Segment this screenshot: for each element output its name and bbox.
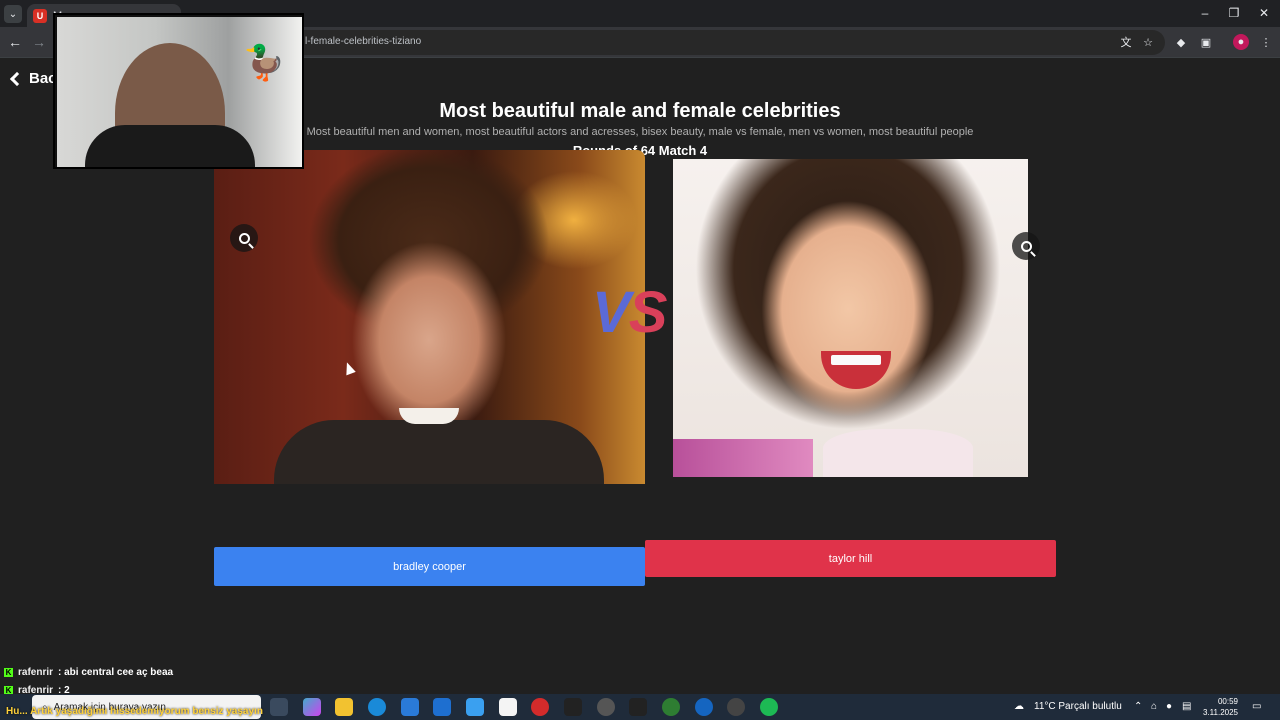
steam-icon[interactable] (727, 698, 745, 716)
chat-user: rafenrir (18, 667, 54, 678)
c-app-icon[interactable] (695, 698, 713, 716)
edge-icon[interactable] (368, 698, 386, 716)
extension-icon[interactable]: ◆ (1173, 34, 1189, 50)
teeth-shape (831, 355, 881, 365)
clock-time: 00:59 (1217, 697, 1238, 706)
weather-text[interactable]: 11°C Parçalı bulutlu (1034, 701, 1122, 712)
chat-text: : abi central cee aç beaa (58, 667, 174, 678)
store-icon[interactable] (401, 698, 419, 716)
notepad-icon[interactable] (499, 698, 517, 716)
clock-date: 3.11.2025 (1203, 708, 1238, 717)
translate-icon[interactable]: 文 (1118, 34, 1134, 50)
tab-favicon-icon: U (33, 8, 47, 23)
spotify-icon[interactable] (760, 698, 778, 716)
opera-icon[interactable] (531, 698, 549, 716)
taskbar-clock[interactable]: 00:59 3.11.2025 (1203, 696, 1238, 718)
network-icon[interactable]: ⌂ (1151, 701, 1157, 712)
donut-shape (823, 429, 973, 477)
chrome-icon[interactable] (662, 698, 680, 716)
zoom-in-icon[interactable] (230, 224, 258, 252)
back-icon[interactable]: ← (8, 34, 22, 50)
chat-message: K rafenrir : abi central cee aç beaa (4, 667, 173, 678)
back-link[interactable]: Bac (9, 70, 57, 87)
weather-icon[interactable]: ☁ (1014, 701, 1024, 712)
puzzle-icon[interactable]: ▣ (1198, 34, 1214, 50)
vote-right-button[interactable]: taylor hill (645, 540, 1056, 577)
left-candidate-image[interactable] (214, 150, 645, 484)
vote-left-button[interactable]: bradley cooper (214, 547, 645, 586)
restore-icon[interactable]: ❐ (1226, 6, 1242, 20)
task-view-icon[interactable] (270, 698, 288, 716)
close-window-icon[interactable]: ✕ (1256, 6, 1272, 20)
star-icon[interactable]: ☆ (1140, 34, 1156, 50)
smile-shape (399, 408, 459, 424)
capcut2-icon[interactable] (629, 698, 647, 716)
right-candidate-image[interactable] (673, 159, 1028, 477)
copilot-icon[interactable] (303, 698, 321, 716)
mail-icon[interactable] (433, 698, 451, 716)
vs-badge: VS (592, 280, 667, 345)
obs-icon[interactable] (597, 698, 615, 716)
file-explorer-icon[interactable] (335, 698, 353, 716)
capcut-icon[interactable] (564, 698, 582, 716)
forward-icon[interactable]: → (32, 34, 46, 50)
url-text[interactable]: l-female-celebrities-tiziano (305, 36, 421, 47)
webcam-overlay: 🦆 (53, 13, 304, 169)
profile-icon[interactable]: ● (1233, 34, 1249, 50)
chevron-left-icon (9, 71, 25, 86)
notifications-icon[interactable]: ▭ (1252, 701, 1261, 712)
photos-icon[interactable] (466, 698, 484, 716)
jacket-shape (274, 420, 604, 484)
menu-icon[interactable]: ⋮ (1258, 34, 1274, 50)
chevron-up-icon[interactable]: ⌃ (1134, 701, 1142, 712)
keyboard-icon[interactable]: ▤ (1182, 701, 1191, 712)
tab-search-icon[interactable]: ⌄ (4, 5, 22, 23)
duck-icon: 🦆 (243, 44, 286, 82)
stream-ticker: Hu... Artık yaşadığımı hissedemiyorum be… (6, 706, 263, 717)
kick-icon: K (4, 668, 13, 677)
microphone-icon[interactable]: ● (1166, 701, 1172, 712)
minimize-icon[interactable]: – (1197, 6, 1213, 20)
top-shape (673, 439, 813, 477)
zoom-in-icon[interactable] (1012, 232, 1040, 260)
